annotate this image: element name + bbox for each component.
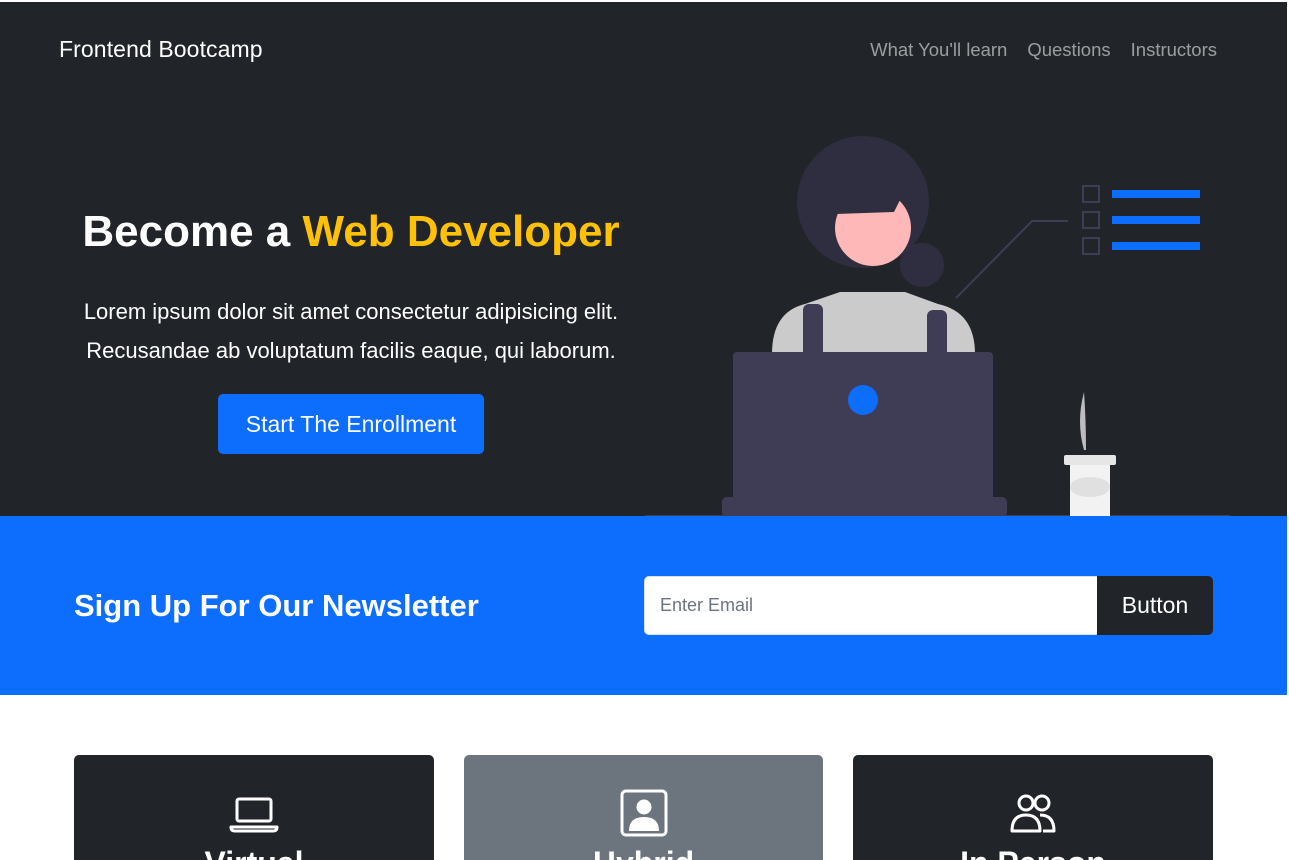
woman-at-laptop-illustration xyxy=(645,136,1230,517)
person-square-icon xyxy=(620,789,667,837)
nav-link-instructors[interactable]: Instructors xyxy=(1131,39,1217,61)
hero-title-main: Become a xyxy=(82,207,291,256)
navbar-brand[interactable]: Frontend Bootcamp xyxy=(59,36,263,63)
navbar-links: What You'll learn Questions Instructors xyxy=(870,39,1217,61)
hero-lead-line-2: Recusandae ab voluptatum facilis eaque, … xyxy=(86,338,616,363)
nav-link-learn[interactable]: What You'll learn xyxy=(870,39,1007,61)
newsletter-submit-button[interactable]: Button xyxy=(1097,576,1213,635)
card-in-person: In Person xyxy=(853,755,1213,860)
email-input[interactable] xyxy=(644,576,1098,635)
hero-lead: Lorem ipsum dolor sit amet consectetur a… xyxy=(40,292,662,370)
card-title: Virtual xyxy=(74,845,434,860)
newsletter-section: Sign Up For Our Newsletter Button xyxy=(0,516,1287,695)
hero-lead-line-1: Lorem ipsum dolor sit amet consectetur a… xyxy=(83,299,619,324)
card-title: Hybrid xyxy=(464,845,823,860)
card-hybrid: Hybrid xyxy=(464,755,823,860)
people-icon xyxy=(1010,794,1056,833)
start-enrollment-button[interactable]: Start The Enrollment xyxy=(218,394,484,454)
newsletter-title: Sign Up For Our Newsletter xyxy=(74,588,479,623)
nav-link-questions[interactable]: Questions xyxy=(1027,39,1110,61)
laptop-icon xyxy=(229,797,279,833)
hero-section: Frontend Bootcamp What You'll learn Ques… xyxy=(0,2,1287,517)
page: Frontend Bootcamp What You'll learn Ques… xyxy=(0,0,1289,860)
card-title: In Person xyxy=(853,845,1213,860)
top-border xyxy=(0,0,1289,2)
hero-title: Become a Web Developer xyxy=(0,207,702,257)
card-virtual: Virtual xyxy=(74,755,434,860)
hero-title-accent: Web Developer xyxy=(302,207,620,256)
